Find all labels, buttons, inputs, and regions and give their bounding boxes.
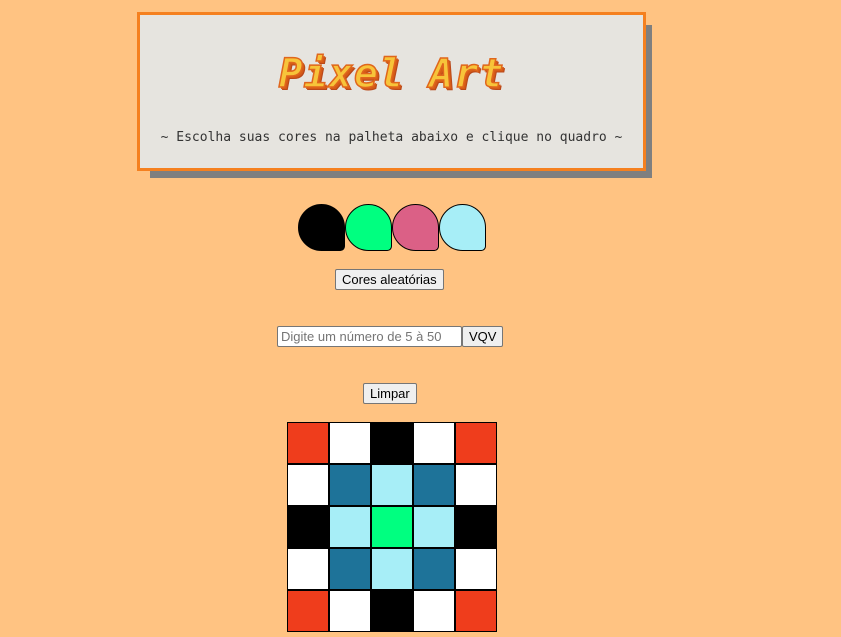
- pixel-cell[interactable]: [413, 422, 455, 464]
- pixel-cell[interactable]: [455, 548, 497, 590]
- clear-board-button[interactable]: Limpar: [363, 383, 417, 404]
- pixel-cell[interactable]: [287, 590, 329, 632]
- color-palette: [298, 204, 486, 251]
- palette-color-1[interactable]: [298, 204, 345, 251]
- pixel-cell[interactable]: [371, 506, 413, 548]
- random-colors-button[interactable]: Cores aleatórias: [335, 269, 444, 290]
- pixel-cell[interactable]: [329, 506, 371, 548]
- page-subtitle: ~ Escolha suas cores na palheta abaixo e…: [160, 130, 623, 145]
- pixel-cell[interactable]: [287, 422, 329, 464]
- palette-color-2[interactable]: [345, 204, 392, 251]
- pixel-cell[interactable]: [329, 464, 371, 506]
- generate-board-button[interactable]: VQV: [462, 326, 504, 347]
- palette-color-3[interactable]: [392, 204, 439, 251]
- pixel-cell[interactable]: [371, 464, 413, 506]
- pixel-cell[interactable]: [455, 464, 497, 506]
- pixel-cell[interactable]: [371, 548, 413, 590]
- header-panel: Pixel Art ~ Escolha suas cores na palhet…: [137, 12, 646, 171]
- pixel-cell[interactable]: [455, 506, 497, 548]
- pixel-cell[interactable]: [329, 548, 371, 590]
- pixel-cell[interactable]: [371, 590, 413, 632]
- pixel-cell[interactable]: [413, 590, 455, 632]
- pixel-cell[interactable]: [413, 506, 455, 548]
- pixel-cell[interactable]: [329, 422, 371, 464]
- palette-color-4[interactable]: [439, 204, 486, 251]
- board-size-form: VQV: [277, 326, 504, 347]
- pixel-cell[interactable]: [287, 506, 329, 548]
- pixel-board: [287, 422, 497, 632]
- pixel-cell[interactable]: [413, 548, 455, 590]
- pixel-cell[interactable]: [455, 422, 497, 464]
- pixel-cell[interactable]: [329, 590, 371, 632]
- page-title: Pixel Art: [278, 50, 505, 98]
- pixel-cell[interactable]: [287, 548, 329, 590]
- pixel-cell[interactable]: [413, 464, 455, 506]
- pixel-cell[interactable]: [371, 422, 413, 464]
- pixel-cell[interactable]: [455, 590, 497, 632]
- pixel-cell[interactable]: [287, 464, 329, 506]
- board-size-input[interactable]: [277, 326, 462, 347]
